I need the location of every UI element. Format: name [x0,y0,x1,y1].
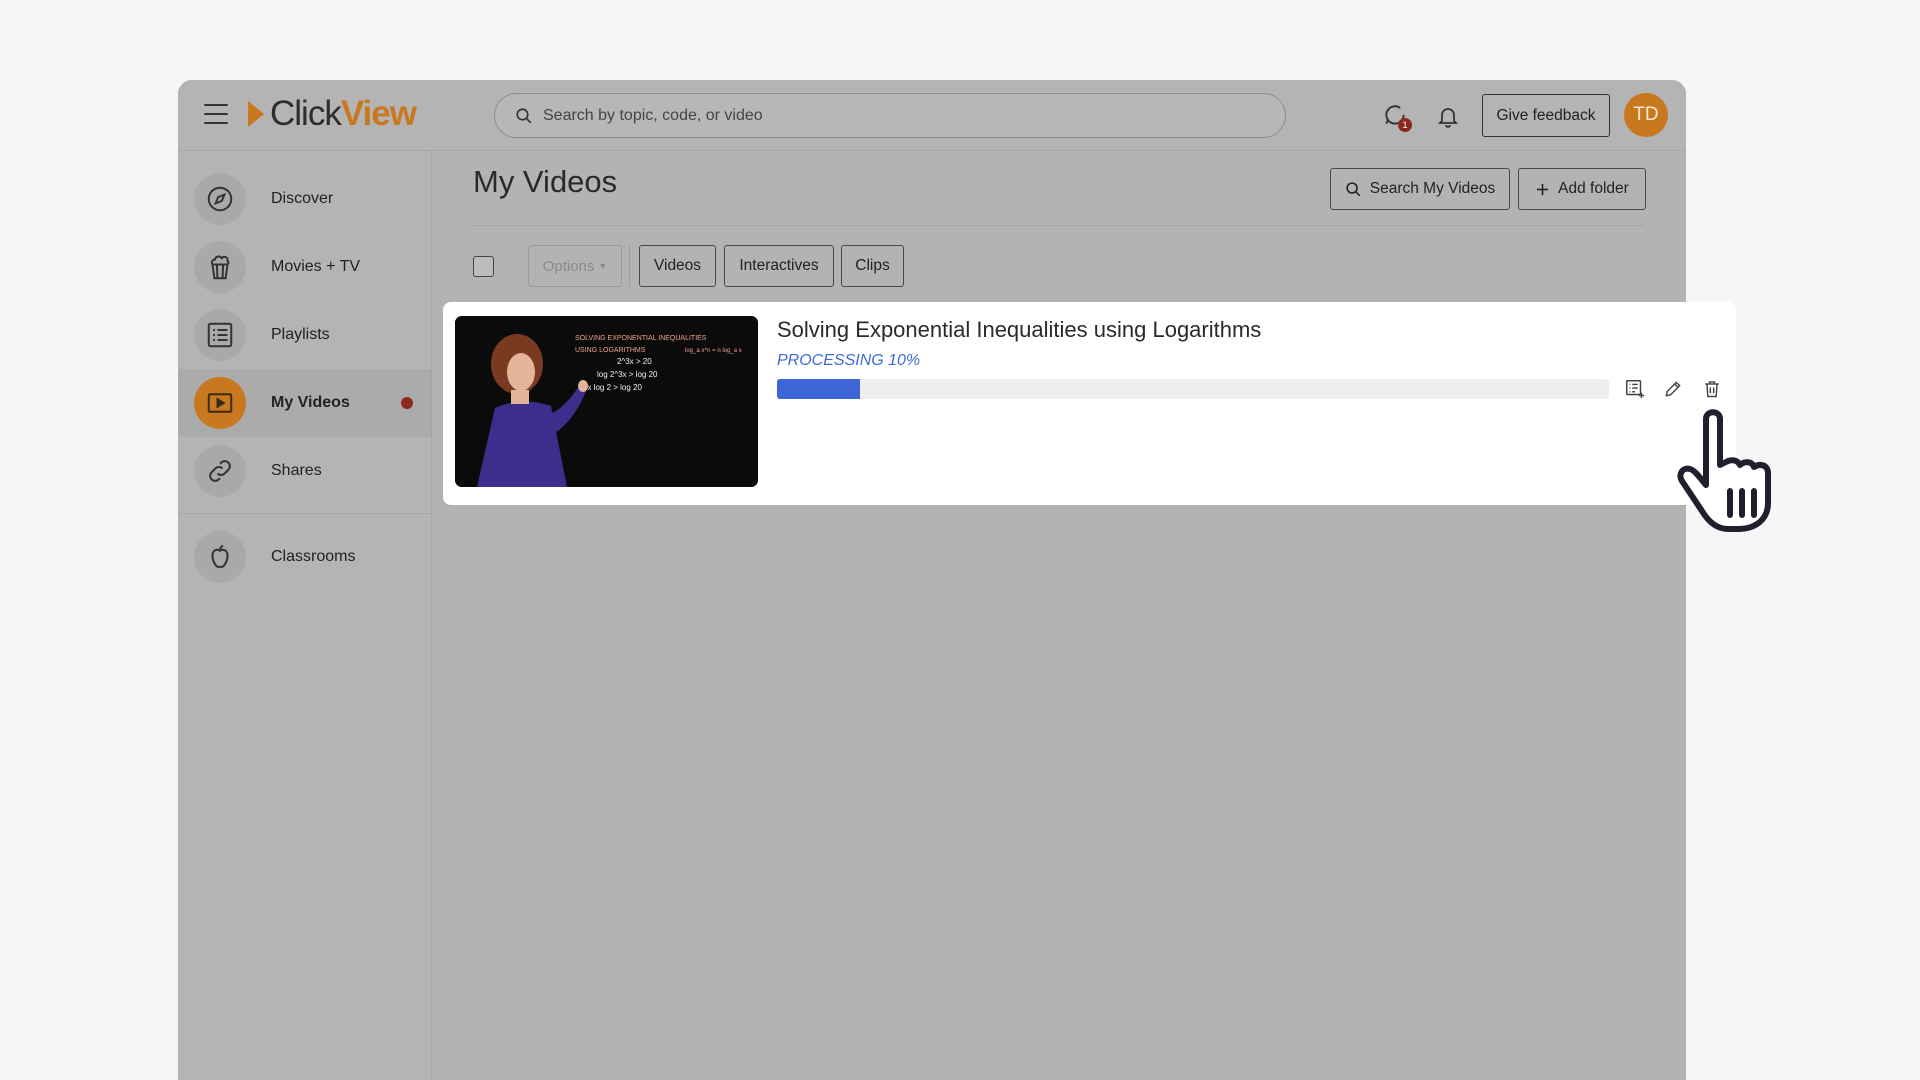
processing-status: PROCESSING 10% [777,352,921,369]
hand-cursor-icon [1672,403,1792,533]
notification-count-badge: 1 [1398,118,1412,132]
menu-icon[interactable] [204,104,228,126]
thumb-text-line2: USING LOGARITHMS [575,347,646,354]
add-folder-label: Add folder [1558,180,1629,197]
toolbar-separator [629,245,630,287]
title-divider [473,225,1645,226]
user-avatar[interactable]: TD [1624,93,1668,137]
sidebar-item-classrooms[interactable]: Classrooms [178,523,431,591]
video-title[interactable]: Solving Exponential Inequalities using L… [777,317,1261,343]
apple-icon [194,531,246,583]
logo-text-click: Click [270,94,342,133]
filter-clips-button[interactable]: Clips [841,245,904,287]
filter-videos-button[interactable]: Videos [639,245,716,287]
trash-icon [1705,381,1719,398]
pencil-icon [1665,381,1681,397]
sidebar: Discover Movies + TV Playlists My Videos [178,151,432,1080]
sidebar-item-label: Classrooms [271,548,356,565]
search-icon [1346,181,1361,196]
sidebar-item-label: My Videos [271,394,350,411]
bell-icon [1437,108,1459,128]
page-title: My Videos [473,164,618,199]
lecture-thumbnail-image: SOLVING EXPONENTIAL INEQUALITIES USING L… [455,316,758,487]
caret-down-icon: ▼ [598,261,608,271]
sidebar-item-discover[interactable]: Discover [178,165,431,233]
thumb-text-line4: log 2^3x > log 20 [597,370,658,379]
sidebar-item-label: Movies + TV [271,258,361,275]
filter-interactives-button[interactable]: Interactives [724,245,834,287]
sidebar-item-my-videos[interactable]: My Videos [178,369,431,437]
playlist-add-icon [1626,380,1645,399]
video-thumbnail[interactable]: SOLVING EXPONENTIAL INEQUALITIES USING L… [455,316,758,487]
search-icon [516,107,532,123]
chat-button[interactable]: 1 [1380,101,1412,132]
sidebar-item-label: Discover [271,190,334,207]
thumb-text-line1: SOLVING EXPONENTIAL INEQUALITIES [575,335,707,342]
edit-button[interactable] [1660,376,1686,402]
sidebar-item-shares[interactable]: Shares [178,437,431,505]
thumb-text-side: log_a x^n = n log_a x [685,348,742,354]
search-my-videos-button[interactable]: Search My Videos [1330,168,1510,210]
give-feedback-button[interactable]: Give feedback [1482,94,1610,137]
sidebar-divider [178,513,431,514]
progress-fill [777,379,861,399]
list-icon [194,309,246,361]
logo-text-view: View [340,94,417,133]
sidebar-item-label: Shares [271,462,322,479]
notifications-button[interactable] [1433,101,1463,131]
global-search[interactable] [494,93,1286,138]
app-window: ClickView 1 Give feedback TD Discover Mo… [178,80,1686,1080]
clickview-logo[interactable]: Click View [248,94,417,134]
delete-button[interactable] [1699,376,1725,402]
add-to-playlist-button[interactable] [1622,376,1648,402]
options-dropdown[interactable]: Options ▼ [528,245,622,287]
compass-icon [194,173,246,225]
sidebar-item-playlists[interactable]: Playlists [178,301,431,369]
top-bar: ClickView 1 Give feedback TD [178,80,1686,151]
add-folder-button[interactable]: Add folder [1518,168,1646,210]
sidebar-item-movies-tv[interactable]: Movies + TV [178,233,431,301]
status-dot [401,397,413,409]
thumb-text-line5: 3x log 2 > log 20 [583,383,642,392]
search-my-videos-label: Search My Videos [1369,180,1496,197]
thumb-text-line3: 2^3x > 20 [617,357,652,366]
processing-progress-bar [777,379,1609,399]
popcorn-icon [194,241,246,293]
sidebar-item-label: Playlists [271,326,330,343]
options-label: Options [542,257,595,275]
global-search-input[interactable] [543,106,1243,125]
video-card[interactable]: SOLVING EXPONENTIAL INEQUALITIES USING L… [443,302,1736,505]
plus-icon [1537,183,1549,195]
logo-triangle-icon [248,101,264,127]
link-icon [194,445,246,497]
play-icon [194,377,246,429]
select-all-checkbox[interactable] [473,256,494,277]
